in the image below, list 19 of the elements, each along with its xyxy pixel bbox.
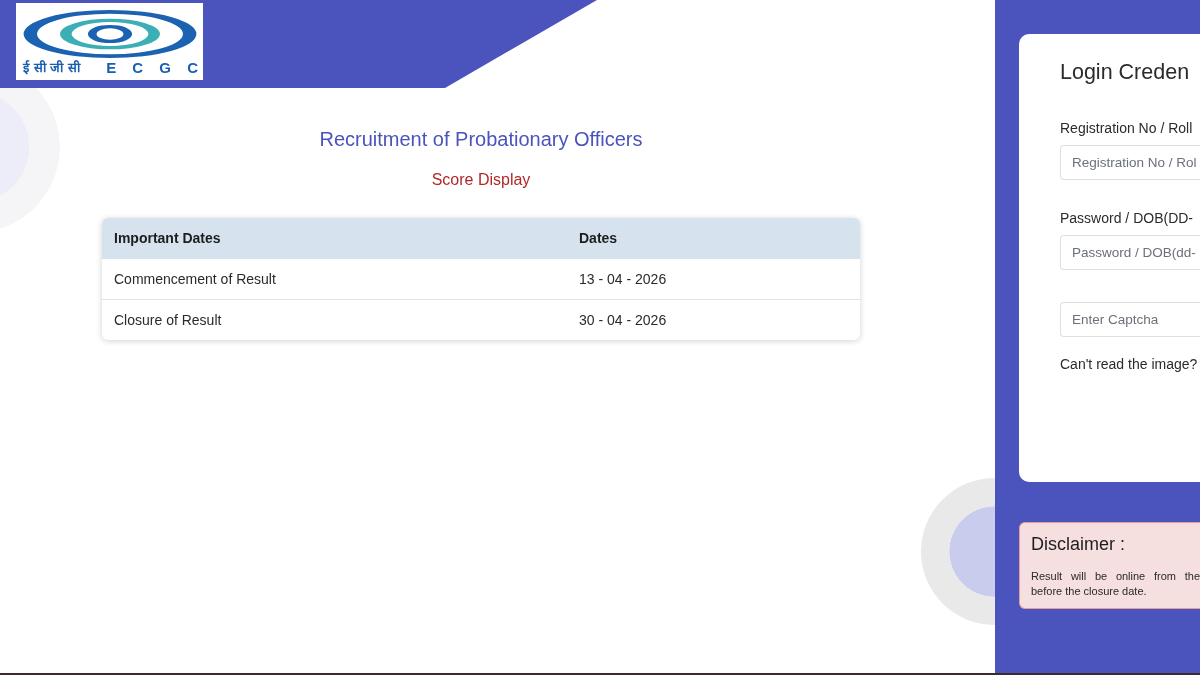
page-title: Recruitment of Probationary Officers bbox=[318, 127, 644, 151]
table-cell: 30 - 04 - 2026 bbox=[567, 299, 860, 340]
logo-hindi-text: ई सी जी सी bbox=[23, 60, 80, 76]
table-header-cell: Dates bbox=[567, 218, 860, 259]
input-field[interactable]: Registration No / Rol bbox=[1060, 145, 1200, 180]
table-header-cell: Important Dates bbox=[102, 218, 567, 259]
help-text: Can't read the image? bbox=[1060, 355, 1199, 373]
input-field[interactable]: Password / DOB(dd- bbox=[1060, 235, 1200, 270]
input-field[interactable]: Enter Captcha bbox=[1060, 302, 1200, 337]
table-cell: 13 - 04 - 2026 bbox=[567, 258, 860, 300]
field-label: Registration No / Roll bbox=[1060, 119, 1194, 137]
disclaimer-title: Disclaimer : bbox=[1031, 533, 1126, 555]
logo-text: E C G C bbox=[106, 60, 204, 76]
table-cell: Closure of Result bbox=[102, 299, 567, 340]
table-cell: Commencement of Result bbox=[102, 258, 567, 300]
disclaimer-text: Result will be online from the before the closure date. bbox=[1031, 569, 1200, 599]
page-subtitle: Score Display bbox=[430, 170, 532, 190]
field-label: Password / DOB(DD- bbox=[1060, 209, 1195, 227]
card-title: Login Creden bbox=[1060, 59, 1191, 86]
